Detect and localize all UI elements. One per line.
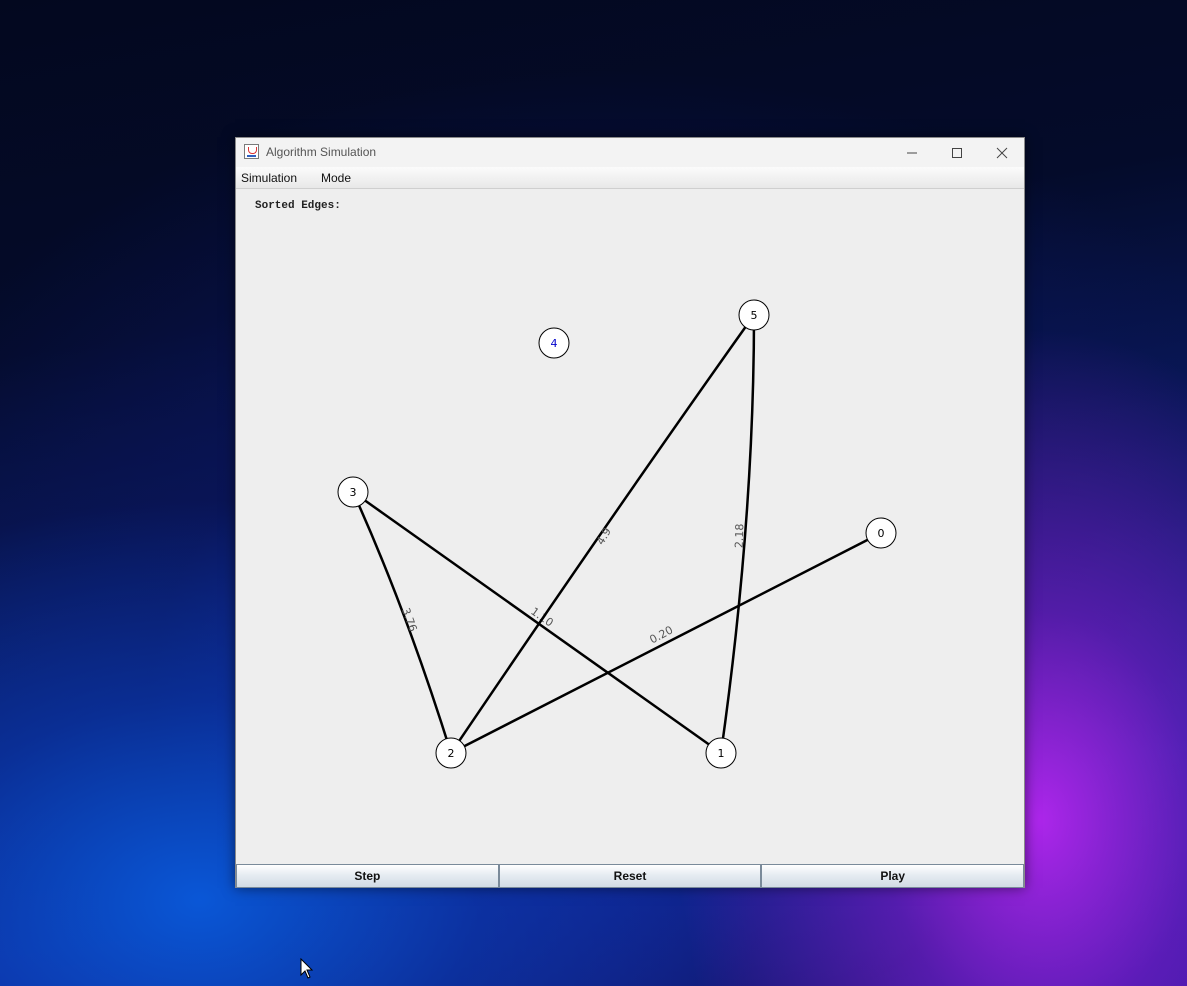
menu-bar: Simulation Mode [236,167,1024,189]
title-bar[interactable]: Algorithm Simulation [236,138,1024,167]
graph-node-0[interactable]: 0 [865,517,897,549]
graph-node-2[interactable]: 2 [435,737,467,769]
graph-node-5[interactable]: 5 [738,299,770,331]
graph-node-4[interactable]: 4 [538,327,570,359]
minimize-icon [906,152,917,153]
node-label: 3 [350,486,357,499]
java-app-icon [244,144,259,159]
edge-3-2 [351,491,453,754]
edge-2-0 [450,531,882,755]
mouse-cursor-icon [300,958,314,979]
node-label: 2 [448,747,455,760]
play-button[interactable]: Play [761,864,1025,888]
node-label: 5 [751,309,758,322]
menu-mode[interactable]: Mode [321,171,351,185]
graph-node-3[interactable]: 3 [337,476,369,508]
maximize-button[interactable] [934,138,979,167]
control-bar: Step Reset Play [236,864,1025,888]
menu-simulation[interactable]: Simulation [241,171,297,185]
edge-weight-label: 4.9 [594,525,614,547]
edge-weight-label: 2.18 [733,523,747,548]
graph-node-1[interactable]: 1 [705,737,737,769]
close-icon [996,147,1007,158]
app-window: Algorithm Simulation Simulation Mode Sor… [235,137,1025,888]
maximize-icon [951,147,962,158]
minimize-button[interactable] [889,138,934,167]
node-label: 1 [718,747,725,760]
edge-weight-label: 3.76 [399,606,420,633]
graph-svg: 3.76 1.104.90.202.18 012345 [337,299,897,769]
edge-weight-label: 0.20 [647,623,675,646]
node-label: 4 [551,337,558,350]
close-button[interactable] [979,138,1024,167]
graph-canvas[interactable]: Sorted Edges: 3.76 1.10 4.9 0.20 2.18 0 1 2 3 4 5 [236,189,1024,864]
step-button[interactable]: Step [236,864,499,888]
node-label: 0 [878,527,885,540]
reset-button[interactable]: Reset [498,864,762,888]
window-title: Algorithm Simulation [266,145,377,159]
